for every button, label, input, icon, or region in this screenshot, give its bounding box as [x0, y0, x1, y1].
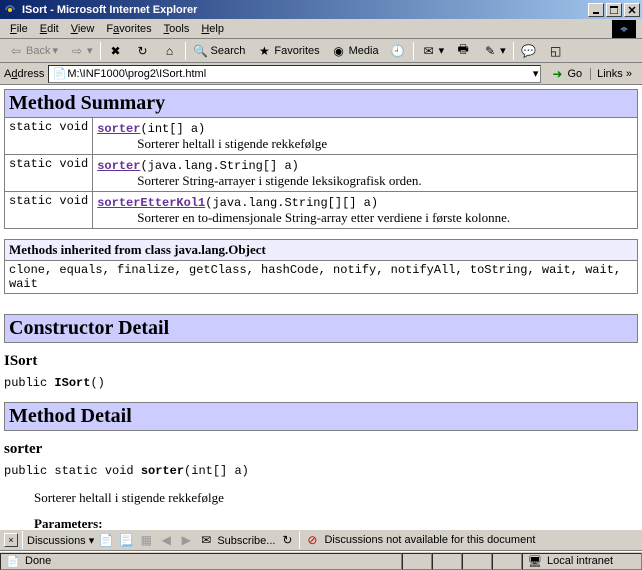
discussions-close-button[interactable]: ×	[4, 533, 18, 547]
discuss-button[interactable]: 💬	[517, 41, 541, 61]
related-icon: ◱	[548, 43, 564, 59]
dropdown-icon: ▾	[52, 44, 58, 57]
refresh-discuss-icon[interactable]: ↻	[279, 532, 295, 548]
status-bar: 📄 Done 🖥 Local intranet	[0, 551, 642, 570]
method-summary-title: Method Summary	[5, 90, 638, 118]
address-bar: Address 📄 M:\INF1000\prog2\ISort.html ▾ …	[0, 63, 642, 85]
no-discuss-icon: ⊘	[304, 532, 320, 548]
dropdown-icon[interactable]: ▾	[533, 67, 539, 80]
ie-app-icon	[2, 2, 18, 18]
window-title: ISort - Microsoft Internet Explorer	[22, 4, 588, 16]
discuss-expand-icon[interactable]: ▦	[138, 532, 154, 548]
menu-edit[interactable]: Edit	[34, 21, 65, 37]
mail-icon: ✉	[421, 43, 437, 59]
discuss-new-icon[interactable]: 📄	[98, 532, 114, 548]
related-button[interactable]: ◱	[544, 41, 568, 61]
method-link[interactable]: sorter	[97, 159, 140, 173]
method-detail-desc: Sorterer heltall i stigende rekkefølge	[34, 490, 638, 506]
title-bar: ISort - Microsoft Internet Explorer	[0, 0, 642, 19]
method-detail-header: Method Detail	[4, 402, 638, 431]
parameters-label: Parameters:	[34, 516, 638, 529]
print-icon: 🖶	[455, 43, 471, 59]
edit-icon: ✎	[482, 43, 498, 59]
back-button: ⇦ Back ▾	[4, 41, 62, 61]
dropdown-icon: ▾	[87, 44, 93, 57]
subscribe-button[interactable]: ✉ Subscribe...	[198, 532, 275, 548]
table-row: static void sorter(int[] a) Sorterer hel…	[5, 118, 638, 155]
forward-icon: ⇨	[69, 43, 85, 59]
inherited-methods: clone, equals, finalize, getClass, hashC…	[5, 261, 638, 294]
discuss-next-icon[interactable]: ▶	[178, 532, 194, 548]
table-row: static void sorterEtterKol1(java.lang.St…	[5, 192, 638, 229]
method-detail-signature: public static void sorter(int[] a)	[4, 464, 638, 478]
method-detail-name: sorter	[4, 441, 638, 458]
edit-button[interactable]: ✎▾	[478, 41, 510, 61]
method-link[interactable]: sorterEtterKol1	[97, 196, 205, 210]
content-area[interactable]: Method Summary static void sorter(int[] …	[0, 85, 642, 529]
history-icon: 🕘	[390, 43, 406, 59]
page-icon: 📄	[51, 66, 67, 82]
method-summary-table: Method Summary static void sorter(int[] …	[4, 89, 638, 229]
search-button[interactable]: 🔍Search	[189, 41, 250, 61]
page-icon: 📄	[5, 553, 21, 569]
home-icon: ⌂	[162, 43, 178, 59]
constructor-detail-header: Constructor Detail	[4, 314, 638, 343]
go-button[interactable]: ➜ Go	[545, 66, 586, 82]
subscribe-icon: ✉	[198, 532, 214, 548]
back-icon: ⇦	[8, 43, 24, 59]
links-button[interactable]: Links »	[590, 68, 638, 80]
table-row: static void sorter(java.lang.String[] a)…	[5, 155, 638, 192]
constructor-name: ISort	[4, 353, 638, 370]
media-icon: ◉	[331, 43, 347, 59]
stop-button[interactable]: ✖	[104, 41, 128, 61]
method-link[interactable]: sorter	[97, 122, 140, 136]
discuss-icon: 💬	[521, 43, 537, 59]
stop-icon: ✖	[108, 43, 124, 59]
status-cell	[402, 553, 432, 570]
menu-help[interactable]: Help	[195, 21, 230, 37]
print-button[interactable]: 🖶	[451, 41, 475, 61]
address-input[interactable]: 📄 M:\INF1000\prog2\ISort.html ▾	[48, 65, 541, 83]
constructor-signature: public ISort()	[4, 376, 638, 390]
inherited-methods-table: Methods inherited from class java.lang.O…	[4, 239, 638, 294]
menu-bar: File Edit View Favorites Tools Help	[0, 19, 642, 39]
discussions-label[interactable]: Discussions ▾	[27, 534, 94, 547]
forward-button: ⇨▾	[65, 41, 97, 61]
search-icon: 🔍	[193, 43, 209, 59]
zone-icon: 🖥	[527, 553, 543, 569]
refresh-button[interactable]: ↻	[131, 41, 155, 61]
menu-favorites[interactable]: Favorites	[100, 21, 157, 37]
menu-file[interactable]: File	[4, 21, 34, 37]
inherited-title: Methods inherited from class java.lang.O…	[5, 240, 638, 261]
menu-tools[interactable]: Tools	[158, 21, 196, 37]
maximize-button[interactable]	[606, 3, 622, 17]
home-button[interactable]: ⌂	[158, 41, 182, 61]
status-cell	[462, 553, 492, 570]
chevron-right-icon: »	[626, 68, 632, 80]
minimize-button[interactable]	[588, 3, 604, 17]
star-icon: ★	[256, 43, 272, 59]
dropdown-icon: ▾	[500, 44, 506, 57]
dropdown-icon: ▾	[439, 44, 445, 57]
history-button[interactable]: 🕘	[386, 41, 410, 61]
mail-button[interactable]: ✉▾	[417, 41, 449, 61]
security-zone: 🖥 Local intranet	[522, 553, 642, 570]
status-text: 📄 Done	[0, 553, 402, 570]
refresh-icon: ↻	[135, 43, 151, 59]
discussions-bar: × Discussions ▾ 📄 📃 ▦ ◀ ▶ ✉ Subscribe...…	[0, 529, 642, 551]
nav-toolbar: ⇦ Back ▾ ⇨▾ ✖ ↻ ⌂ 🔍Search ★Favorites ◉Me…	[0, 39, 642, 63]
status-cell	[492, 553, 522, 570]
media-button[interactable]: ◉Media	[327, 41, 383, 61]
go-icon: ➜	[549, 66, 565, 82]
ie-logo-icon	[612, 20, 636, 38]
menu-view[interactable]: View	[65, 21, 101, 37]
discussions-message: Discussions not available for this docum…	[324, 534, 535, 546]
address-label: Address	[4, 68, 44, 80]
close-button[interactable]	[624, 3, 640, 17]
favorites-button[interactable]: ★Favorites	[252, 41, 323, 61]
discuss-reply-icon[interactable]: 📃	[118, 532, 134, 548]
discuss-prev-icon[interactable]: ◀	[158, 532, 174, 548]
status-cell	[432, 553, 462, 570]
